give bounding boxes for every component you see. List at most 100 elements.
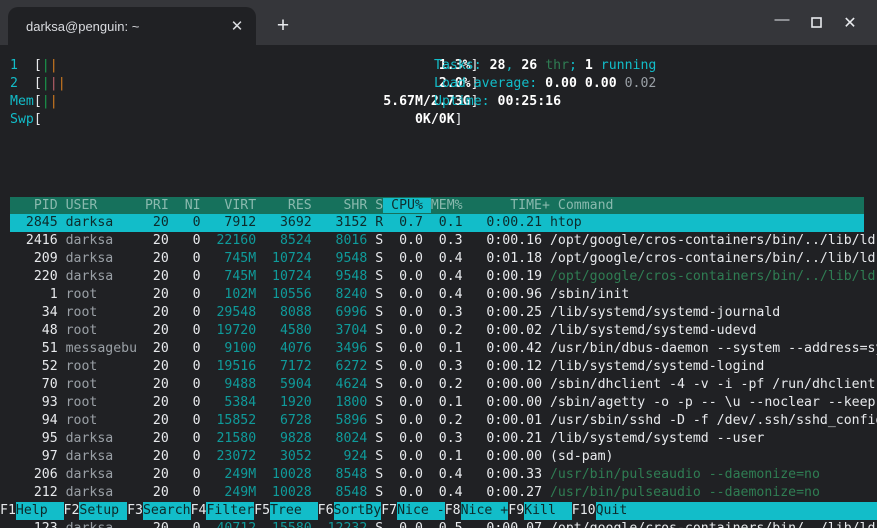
- table-row[interactable]: 70 root 20 0 9488 5904 4624 S 0.0 0.2 0:…: [10, 376, 877, 394]
- fkey-f1-label[interactable]: Help: [16, 502, 64, 520]
- mem-bar-buffers: |: [50, 94, 58, 109]
- cell-time: 0:00.21: [463, 215, 542, 230]
- col-header-time[interactable]: TIME+: [478, 198, 549, 213]
- table-row[interactable]: 52 root 20 0 19516 7172 6272 S 0.0 0.3 0…: [10, 358, 877, 376]
- table-row[interactable]: 51 messagebu 20 0 9100 4076 3496 S 0.0 0…: [10, 340, 877, 358]
- cell-pri: 20: [137, 287, 169, 302]
- table-row[interactable]: 209 darksa 20 0 745M 10724 9548 S 0.0 0.…: [10, 250, 877, 268]
- cell-ni: 0: [169, 341, 201, 356]
- col-header-user[interactable]: USER: [58, 198, 137, 213]
- fkey-f3-key[interactable]: F3: [127, 502, 143, 520]
- cell-virt: 9488: [201, 377, 257, 392]
- cell-state: S: [367, 305, 383, 320]
- fkey-f9-key[interactable]: F9: [508, 502, 524, 520]
- close-window-icon[interactable]: ✕: [833, 0, 867, 45]
- table-row[interactable]: 2845 darksa 20 0 7912 3692 3152 R 0.7 0.…: [10, 214, 864, 232]
- fkey-f8-label[interactable]: Nice +: [461, 502, 509, 520]
- terminal-tab[interactable]: darksa@penguin: ~ ✕: [8, 7, 256, 45]
- cell-virt: 15852: [201, 413, 257, 428]
- fkey-f2-label[interactable]: Setup: [79, 502, 127, 520]
- fkey-f7-key[interactable]: F7: [381, 502, 397, 520]
- cell-mem: 0.1: [423, 341, 463, 356]
- cell-pid: 212: [10, 485, 58, 500]
- fkey-f10-label[interactable]: Quit: [596, 502, 644, 520]
- fkey-f4-label[interactable]: Filter: [206, 502, 254, 520]
- table-row[interactable]: 97 darksa 20 0 23072 3052 924 S 0.0 0.1 …: [10, 448, 877, 466]
- fkey-f3-label[interactable]: Search: [143, 502, 191, 520]
- cell-virt: 102M: [201, 287, 257, 302]
- col-header-state[interactable]: S: [367, 198, 383, 213]
- cell-command: /usr/bin/pulseaudio --daemonize=no: [542, 467, 820, 482]
- cell-ni: 0: [169, 377, 201, 392]
- col-header-shr[interactable]: SHR: [312, 198, 368, 213]
- cell-pid: 94: [10, 413, 58, 428]
- fkey-f6-key[interactable]: F6: [318, 502, 334, 520]
- col-header-ni[interactable]: NI: [169, 198, 201, 213]
- table-row[interactable]: 212 darksa 20 0 249M 10028 8548 S 0.0 0.…: [10, 484, 877, 502]
- fkey-f8-key[interactable]: F8: [445, 502, 461, 520]
- cell-mem: 0.3: [423, 359, 463, 374]
- fkey-f5-key[interactable]: F5: [254, 502, 270, 520]
- cell-time: 0:00.27: [463, 485, 542, 500]
- cell-shr: 3704: [312, 323, 368, 338]
- col-header-res[interactable]: RES: [256, 198, 312, 213]
- cell-mem: 0.5: [423, 521, 463, 528]
- col-header-mem[interactable]: MEM%: [431, 198, 479, 213]
- process-table[interactable]: 2845 darksa 20 0 7912 3692 3152 R 0.7 0.…: [10, 214, 877, 528]
- table-row[interactable]: 95 darksa 20 0 21580 9828 8024 S 0.0 0.3…: [10, 430, 877, 448]
- table-row[interactable]: 123 darksa 20 0 40712 15580 12232 S 0.0 …: [10, 520, 877, 528]
- fkey-f2-key[interactable]: F2: [64, 502, 80, 520]
- cell-pid: 220: [10, 269, 58, 284]
- cell-shr: 9548: [312, 269, 368, 284]
- col-header-command[interactable]: Command: [550, 198, 614, 213]
- table-row[interactable]: 93 root 20 0 5384 1920 1800 S 0.0 0.1 0:…: [10, 394, 877, 412]
- swap-label: Swp: [10, 112, 34, 127]
- maximize-icon[interactable]: [799, 0, 833, 45]
- terminal-body[interactable]: 1 [|| 1.3%] 2 [||| 2.0%] Mem[|| 5.67M/2.…: [0, 45, 877, 528]
- fkey-f1-key[interactable]: F1: [0, 502, 16, 520]
- cell-state: S: [367, 359, 383, 374]
- table-row[interactable]: 206 darksa 20 0 249M 10028 8548 S 0.0 0.…: [10, 466, 877, 484]
- cell-cpu: 0.0: [383, 305, 423, 320]
- col-header-pid[interactable]: PID: [10, 198, 58, 213]
- fkey-f9-label[interactable]: Kill: [524, 502, 572, 520]
- cell-user: darksa: [58, 485, 137, 500]
- cell-shr: 9548: [312, 251, 368, 266]
- cell-ni: 0: [169, 233, 201, 248]
- stats-panel: Tasks: 28, 26 thr; 1 running Load averag…: [434, 57, 656, 111]
- col-header-pri[interactable]: PRI: [137, 198, 169, 213]
- cell-pri: 20: [137, 377, 169, 392]
- table-row[interactable]: 94 root 20 0 15852 6728 5896 S 0.0 0.2 0…: [10, 412, 877, 430]
- cell-ni: 0: [169, 215, 201, 230]
- cell-command: /sbin/init: [542, 287, 629, 302]
- cell-res: 1920: [256, 395, 312, 410]
- cell-pri: 20: [137, 233, 169, 248]
- function-key-bar: F1Help F2Setup F3SearchF4FilterF5Tree F6…: [0, 502, 877, 520]
- table-row[interactable]: 220 darksa 20 0 745M 10724 9548 S 0.0 0.…: [10, 268, 877, 286]
- fkey-f7-label[interactable]: Nice -: [397, 502, 445, 520]
- swap-bracket-close: ]: [455, 112, 463, 127]
- cell-state: S: [367, 485, 383, 500]
- fkey-f10-key[interactable]: F10: [572, 502, 596, 520]
- uptime-label: Uptime:: [434, 94, 498, 109]
- col-header-virt[interactable]: VIRT: [201, 198, 257, 213]
- cell-mem: 0.4: [423, 467, 463, 482]
- cell-mem: 0.1: [423, 215, 463, 230]
- table-row[interactable]: 34 root 20 0 29548 8088 6996 S 0.0 0.3 0…: [10, 304, 877, 322]
- cell-time: 0:00.00: [463, 395, 542, 410]
- fkey-f5-label[interactable]: Tree: [270, 502, 318, 520]
- col-header-cpu[interactable]: CPU%: [383, 198, 431, 213]
- table-row[interactable]: 1 root 20 0 102M 10556 8240 S 0.0 0.4 0:…: [10, 286, 877, 304]
- fkey-f6-label[interactable]: SortBy: [334, 502, 382, 520]
- cell-pid: 70: [10, 377, 58, 392]
- cell-state: S: [367, 467, 383, 482]
- new-tab-icon[interactable]: +: [266, 9, 300, 43]
- cell-pri: 20: [137, 395, 169, 410]
- table-row[interactable]: 2416 darksa 20 0 22160 8524 8016 S 0.0 0…: [10, 232, 877, 250]
- fkey-f4-key[interactable]: F4: [191, 502, 207, 520]
- cell-cpu: 0.0: [383, 431, 423, 446]
- minimize-icon[interactable]: —: [765, 0, 799, 45]
- cell-virt: 19516: [201, 359, 257, 374]
- close-tab-icon[interactable]: ✕: [224, 13, 250, 39]
- table-row[interactable]: 48 root 20 0 19720 4580 3704 S 0.0 0.2 0…: [10, 322, 877, 340]
